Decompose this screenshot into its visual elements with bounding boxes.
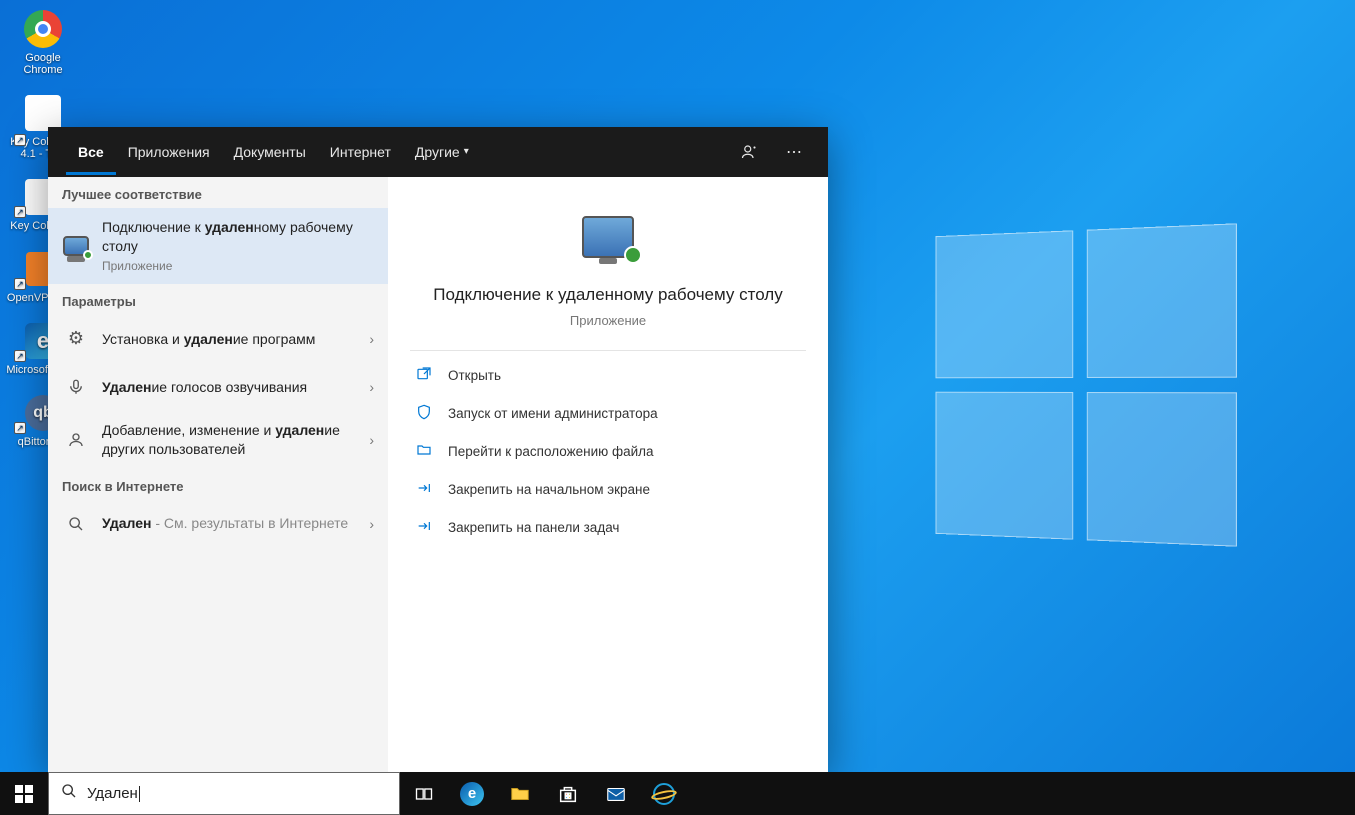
shortcut-arrow-icon: ↗ [14, 278, 26, 290]
start-button[interactable] [0, 772, 48, 815]
taskbar-ie[interactable] [640, 772, 688, 815]
windows-logo-icon [15, 785, 33, 803]
text-cursor [139, 786, 140, 802]
action-label: Закрепить на начальном экране [448, 482, 650, 497]
rdp-icon [62, 232, 90, 260]
result-rdp[interactable]: Подключение к удаленному рабочему столу … [48, 208, 388, 284]
chevron-right-icon: › [369, 331, 374, 347]
chevron-right-icon: › [369, 432, 374, 448]
taskbar-task-view[interactable] [400, 772, 448, 815]
shortcut-arrow-icon: ↗ [14, 206, 26, 218]
search-results-pane: Лучшее соответствие Подключение к удален… [48, 177, 388, 772]
preview-subtitle: Приложение [410, 313, 806, 328]
shortcut-arrow-icon: ↗ [14, 422, 26, 434]
tab-more-label: Другие [415, 144, 460, 160]
chevron-right-icon: › [369, 379, 374, 395]
taskbar-mail[interactable] [592, 772, 640, 815]
result-remove-voices[interactable]: Удаление голосов озвучивания › [48, 363, 388, 411]
preview-app-icon [573, 207, 643, 267]
taskbar-store[interactable] [544, 772, 592, 815]
pin-taskbar-icon [414, 518, 434, 538]
wallpaper-windows-logo [936, 223, 1237, 546]
search-preview-pane: Подключение к удаленному рабочему столу … [388, 177, 828, 772]
search-icon [61, 783, 77, 804]
separator [410, 350, 806, 351]
preview-title: Подключение к удаленному рабочему столу [410, 283, 806, 307]
taskbar-search-box[interactable]: Удален [48, 772, 400, 815]
taskbar-file-explorer[interactable] [496, 772, 544, 815]
search-flyout: Все Приложения Документы Интернет Другие… [48, 127, 828, 772]
folder-icon [414, 442, 434, 462]
action-open[interactable]: Открыть [410, 357, 806, 395]
gear-icon: ⚙ [62, 325, 90, 353]
tab-docs[interactable]: Документы [222, 130, 318, 175]
desktop-icon-label: Google Chrome [6, 52, 80, 76]
tab-all[interactable]: Все [66, 130, 116, 175]
section-web: Поиск в Интернете [48, 469, 388, 500]
section-best-match: Лучшее соответствие [48, 177, 388, 208]
desktop-icon-chrome[interactable]: Google Chrome [6, 8, 80, 76]
taskbar-edge[interactable]: e [448, 772, 496, 815]
tab-internet[interactable]: Интернет [318, 130, 403, 175]
result-uninstall-programs[interactable]: ⚙ Установка и удаление программ › [48, 315, 388, 363]
chevron-down-icon: ▾ [464, 146, 469, 157]
chevron-right-icon: › [369, 516, 374, 532]
action-file-location[interactable]: Перейти к расположению файла [410, 433, 806, 471]
action-label: Открыть [448, 368, 501, 383]
search-input-value: Удален [87, 785, 138, 802]
result-manage-users[interactable]: Добавление, изменение и удаление других … [48, 411, 388, 469]
pin-icon [414, 480, 434, 500]
tab-apps[interactable]: Приложения [116, 130, 222, 175]
open-icon [414, 366, 434, 386]
taskbar-icons: e [400, 772, 688, 815]
section-settings: Параметры [48, 284, 388, 315]
microphone-icon [62, 373, 90, 401]
feedback-icon[interactable] [734, 136, 766, 168]
action-label: Перейти к расположению файла [448, 444, 654, 459]
action-pin-taskbar[interactable]: Закрепить на панели задач [410, 509, 806, 547]
shortcut-arrow-icon: ↗ [14, 350, 26, 362]
shield-icon [414, 404, 434, 424]
result-subtitle: Приложение [102, 258, 374, 274]
more-options-icon[interactable]: ⋯ [778, 136, 810, 168]
user-icon [62, 426, 90, 454]
action-label: Запуск от имени администратора [448, 406, 658, 421]
search-tabs: Все Приложения Документы Интернет Другие… [48, 127, 828, 177]
search-icon [62, 510, 90, 538]
action-pin-start[interactable]: Закрепить на начальном экране [410, 471, 806, 509]
result-web-search[interactable]: Удален - См. результаты в Интернете › [48, 500, 388, 548]
action-run-admin[interactable]: Запуск от имени администратора [410, 395, 806, 433]
action-label: Закрепить на панели задач [448, 520, 619, 535]
shortcut-arrow-icon: ↗ [14, 134, 26, 146]
taskbar: Удален e [0, 772, 1355, 815]
desktop: Google Chrome ↗ Key Collector 4.1 - Test… [0, 0, 1355, 815]
tab-more[interactable]: Другие ▾ [403, 130, 481, 175]
